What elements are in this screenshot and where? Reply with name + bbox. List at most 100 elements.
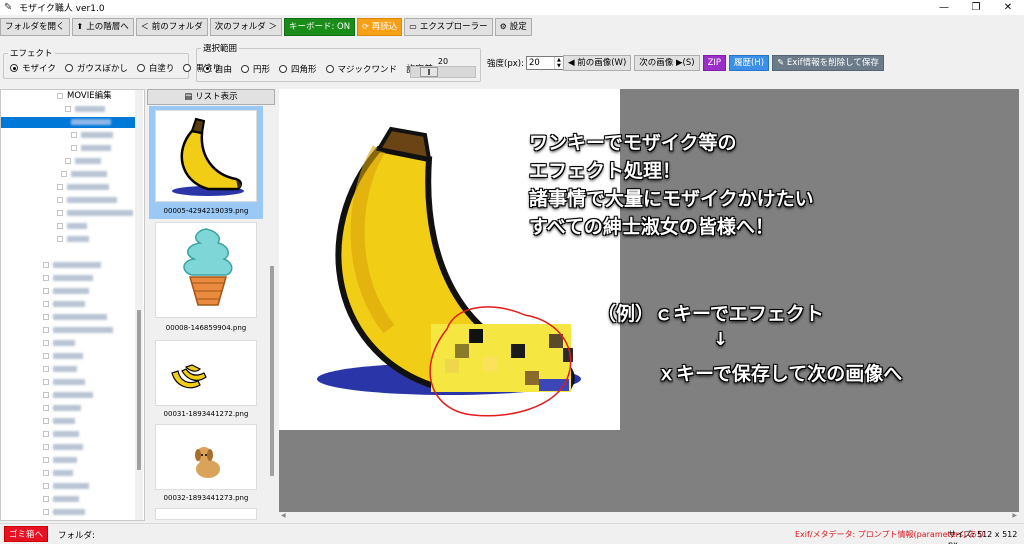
selection-radio-free[interactable]: 自由	[203, 63, 232, 75]
expand-icon	[43, 508, 49, 515]
selection-radio-circle[interactable]: 円形	[241, 63, 270, 75]
tree-item[interactable]	[43, 481, 89, 492]
tree-item[interactable]	[57, 234, 89, 245]
mosaic-region	[431, 324, 573, 392]
tree-item[interactable]	[43, 338, 75, 349]
canvas-vertical-scrollbar[interactable]	[1019, 89, 1024, 512]
thumbnail-caption: 00032-1893441273.png	[163, 494, 249, 502]
tree-item[interactable]	[43, 507, 85, 518]
parent-folder-button[interactable]: ⬆ 上の階層へ	[71, 18, 134, 36]
pencil-icon: ✎	[777, 58, 787, 68]
tree-item[interactable]	[43, 260, 101, 271]
tree-item[interactable]	[65, 156, 101, 167]
thumbnail-item[interactable]	[149, 506, 263, 520]
save-without-exif-button[interactable]: ✎ Exif情報を削除して保存	[772, 55, 884, 71]
thumbnail-item[interactable]: 00031-1893441272.png	[149, 338, 263, 420]
tree-item[interactable]	[71, 143, 111, 154]
ice-cream-icon	[183, 228, 233, 306]
expand-icon	[43, 482, 49, 489]
zip-button[interactable]: ZIP	[702, 55, 727, 71]
scroll-right-icon[interactable]: ▶	[1012, 512, 1017, 519]
tree-item[interactable]	[43, 429, 79, 440]
expand-icon	[71, 144, 77, 151]
selection-radio-magicwand[interactable]: マジックワンド	[325, 63, 397, 75]
settings-button[interactable]: ⚙ 設定	[494, 18, 532, 36]
list-icon: ▤	[184, 92, 196, 102]
tree-selected-row[interactable]	[1, 117, 136, 128]
tree-item[interactable]	[43, 312, 107, 323]
tolerance-slider[interactable]: 20	[410, 57, 476, 78]
tree-item[interactable]	[43, 351, 83, 362]
tree-item-selected[interactable]	[71, 117, 111, 128]
tolerance-value: 20	[437, 57, 449, 66]
tree-item[interactable]	[71, 130, 113, 141]
close-button[interactable]: ✕	[992, 0, 1024, 15]
tree-item[interactable]	[43, 403, 81, 414]
thumbnail-scroll-thumb[interactable]	[270, 266, 274, 476]
image-canvas[interactable]: ワンキーでモザイク等の エフェクト処理！ 諸事情で大量にモザイクかけたい すべて…	[279, 89, 1019, 512]
overlay-example: （例）ｃキーでエフェクト	[597, 303, 824, 325]
expand-icon	[43, 287, 49, 294]
next-folder-button[interactable]: 次のフォルダ ＞	[209, 18, 282, 36]
expand-icon	[57, 196, 63, 203]
thumbnail-item[interactable]: 00032-1893441273.png	[149, 422, 263, 504]
strength-spinbox[interactable]: 20 ▲ ▼	[525, 56, 564, 70]
tree-item[interactable]	[61, 169, 107, 180]
tree-item[interactable]	[43, 377, 85, 388]
tree-item[interactable]	[43, 286, 89, 297]
tree-item[interactable]	[43, 325, 113, 336]
tolerance-thumb[interactable]	[420, 67, 439, 77]
tree-item[interactable]	[57, 208, 133, 219]
tree-item[interactable]	[43, 442, 83, 453]
tree-item[interactable]	[43, 494, 79, 505]
tree-item[interactable]	[57, 221, 87, 232]
tree-item[interactable]	[43, 468, 73, 479]
selection-group-legend: 選択範囲	[201, 42, 240, 54]
tree-item[interactable]	[43, 364, 77, 375]
open-folder-button[interactable]: フォルダを開く	[0, 18, 70, 36]
next-image-button[interactable]: 次の画像 ▶(S)	[634, 55, 700, 71]
history-button[interactable]: 履歴(H)	[729, 55, 770, 71]
reload-button[interactable]: ⟳ 再読込	[357, 18, 403, 36]
thumbnail-scrollbar[interactable]	[268, 106, 276, 520]
toolbar: フォルダを開く ⬆ 上の階層へ ＜前のフォルダ 次のフォルダ ＞ キーボード: O…	[0, 17, 534, 37]
tree-item[interactable]	[43, 455, 77, 466]
tree-scrollbar[interactable]	[135, 90, 143, 520]
tree-item[interactable]	[57, 195, 117, 206]
tolerance-track[interactable]	[410, 66, 476, 78]
tree-item[interactable]	[43, 416, 75, 427]
effect-radio-white[interactable]: 白塗り	[136, 62, 174, 74]
strength-control: 強度(px): 20 ▲ ▼	[487, 56, 564, 70]
effect-radio-mosaic[interactable]: モザイク	[10, 62, 56, 74]
scroll-left-icon[interactable]: ◀	[281, 512, 286, 519]
minimize-button[interactable]: —	[928, 0, 960, 15]
list-view-button[interactable]: ▤ リスト表示	[147, 89, 275, 105]
tree-item[interactable]	[57, 182, 109, 193]
thumbnail-caption: 00031-1893441272.png	[163, 410, 249, 418]
folder-tree[interactable]: MOVIE編集	[0, 89, 145, 521]
prev-image-button[interactable]: ◀ 前の画像(W)	[563, 55, 632, 71]
image-size-status: サイズ: 512 x 512 px	[948, 530, 1018, 544]
trash-button[interactable]: ゴミ箱へ	[4, 526, 48, 542]
folder-status: フォルダ:	[58, 531, 95, 541]
tree-item[interactable]	[65, 104, 105, 115]
thumbnail-item[interactable]: 00008-146859904.png	[149, 220, 263, 336]
explorer-button[interactable]: ▭ エクスプローラー	[404, 18, 493, 36]
tree-item[interactable]	[43, 390, 93, 401]
thumbnail-list[interactable]: 00005-4294219039.png 00008-146859904.png…	[147, 106, 275, 520]
tree-scroll-thumb[interactable]	[137, 310, 141, 470]
radio-dot	[325, 64, 334, 73]
canvas-horizontal-scrollbar[interactable]: ◀ ▶	[279, 512, 1019, 521]
tree-item[interactable]	[43, 273, 93, 284]
expand-icon	[43, 326, 49, 333]
tree-item-movie[interactable]: MOVIE編集	[57, 91, 112, 102]
tree-item[interactable]	[43, 299, 85, 310]
prev-folder-button[interactable]: ＜前のフォルダ	[135, 18, 208, 36]
maximize-button[interactable]: ❐	[960, 0, 992, 15]
selection-radio-rect[interactable]: 四角形	[279, 63, 317, 75]
keyboard-toggle-button[interactable]: キーボード: ON	[283, 18, 356, 36]
thumbnail-item[interactable]: 00005-4294219039.png	[149, 106, 263, 219]
spin-arrows-icon[interactable]: ▲ ▼	[553, 57, 563, 69]
effect-radio-gaussian[interactable]: ガウスぼかし	[64, 62, 128, 74]
thumbnail-caption: 00008-146859904.png	[165, 324, 247, 332]
